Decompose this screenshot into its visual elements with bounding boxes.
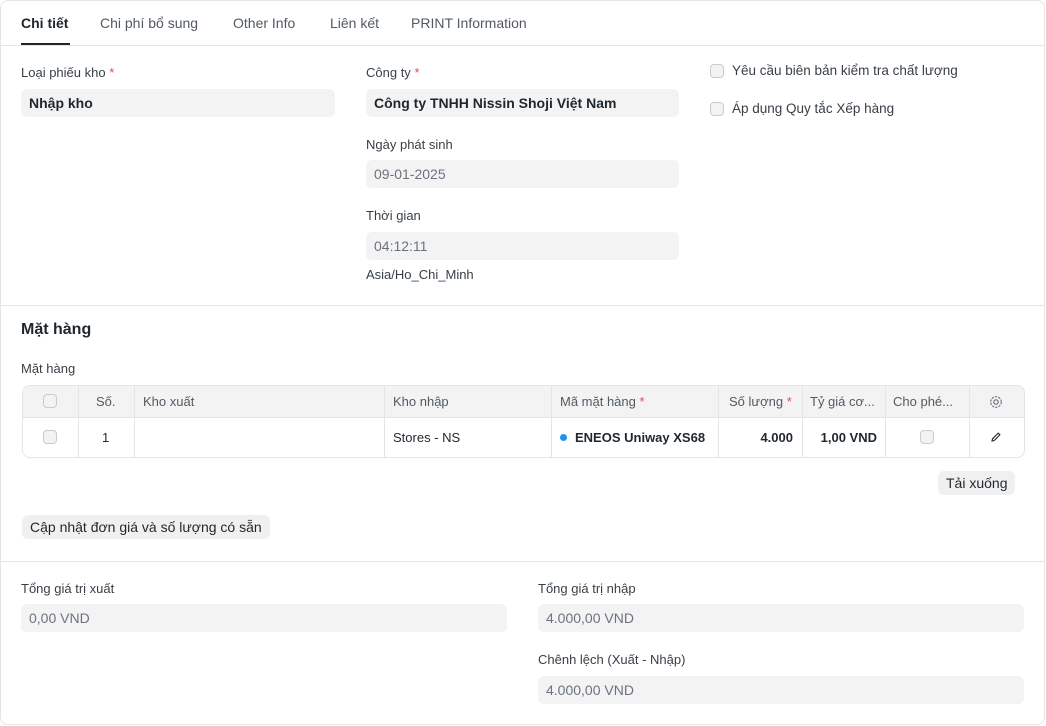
value-difference-label: Chênh lệch (Xuất - Nhập) — [538, 652, 686, 667]
inspection-required-label: Yêu cầu biên bản kiểm tra chất lượng — [732, 63, 958, 78]
rate-cell[interactable]: 1,00 VND — [803, 430, 877, 445]
apply-putaway-checkbox[interactable] — [710, 102, 724, 116]
col-header-source-warehouse[interactable]: Kho xuất — [143, 394, 194, 409]
col-header-allow[interactable]: Cho phé... — [893, 394, 953, 409]
entry-type-field[interactable]: Nhập kho — [21, 89, 335, 117]
qty-cell[interactable]: 4.000 — [713, 430, 793, 445]
col-header-rate[interactable]: Tỷ giá cơ... — [810, 394, 875, 409]
company-field[interactable]: Công ty TNHH Nissin Shoji Việt Nam — [366, 89, 679, 117]
download-button[interactable]: Tải xuống — [938, 471, 1016, 495]
company-label: Công ty * — [366, 65, 420, 80]
status-dot-icon — [560, 434, 567, 441]
total-incoming-label: Tổng giá trị nhập — [538, 581, 636, 596]
col-divider — [134, 386, 135, 457]
col-divider — [718, 386, 719, 457]
items-table-label: Mặt hàng — [21, 361, 76, 376]
tab-connections[interactable]: Liên kết — [330, 15, 379, 31]
active-tab-indicator — [21, 43, 70, 45]
gear-icon[interactable] — [988, 394, 1004, 413]
allow-checkbox[interactable] — [920, 430, 934, 444]
section-divider — [1, 305, 1045, 306]
items-table: Số. Kho xuất Kho nhập Mã mặt hàng * Số l… — [22, 385, 1025, 458]
table-header: Số. Kho xuất Kho nhập Mã mặt hàng * Số l… — [23, 386, 1024, 418]
timezone-label: Asia/Ho_Chi_Minh — [366, 267, 474, 282]
tab-other-info[interactable]: Other Info — [233, 15, 295, 31]
items-section-title: Mặt hàng — [21, 321, 92, 338]
target-warehouse-cell[interactable]: Stores - NS — [393, 430, 460, 445]
col-header-qty[interactable]: Số lượng * — [729, 394, 792, 409]
table-row[interactable]: 1 Stores - NS ENEOS Uniway XS68 4.000 1,… — [23, 418, 1024, 457]
col-divider — [78, 386, 79, 457]
select-all-checkbox[interactable] — [43, 394, 57, 408]
total-incoming-field[interactable]: 4.000,00 VND — [538, 604, 1024, 632]
tab-details[interactable]: Chi tiết — [21, 15, 68, 31]
section-divider — [1, 561, 1045, 562]
apply-putaway-label: Áp dụng Quy tắc Xếp hàng — [732, 101, 895, 116]
col-header-item-code[interactable]: Mã mặt hàng * — [560, 394, 645, 409]
edit-pencil-icon[interactable] — [990, 431, 1002, 446]
posting-date-field[interactable]: 09-01-2025 — [366, 160, 679, 188]
tab-print-information[interactable]: PRINT Information — [411, 15, 527, 31]
value-difference-field[interactable]: 4.000,00 VND — [538, 676, 1024, 704]
item-code-cell[interactable]: ENEOS Uniway XS68 — [560, 430, 705, 445]
col-header-target-warehouse[interactable]: Kho nhập — [393, 394, 449, 409]
col-divider — [885, 386, 886, 457]
col-divider — [802, 386, 803, 457]
posting-time-field[interactable]: 04:12:11 — [366, 232, 679, 260]
posting-date-label: Ngày phát sinh — [366, 137, 453, 152]
col-divider — [551, 386, 552, 457]
tab-additional-costs[interactable]: Chi phí bổ sung — [100, 15, 198, 31]
stock-entry-form: Chi tiết Chi phí bổ sung Other Info Liên… — [0, 0, 1045, 725]
col-divider — [384, 386, 385, 457]
total-outgoing-label: Tổng giá trị xuất — [21, 581, 115, 596]
col-header-no: Số. — [96, 394, 116, 409]
row-select-checkbox[interactable] — [43, 430, 57, 444]
total-outgoing-field[interactable]: 0,00 VND — [21, 604, 507, 632]
tab-bar: Chi tiết Chi phí bổ sung Other Info Liên… — [1, 1, 1045, 46]
entry-type-label: Loại phiếu kho * — [21, 65, 115, 80]
update-rate-qty-button[interactable]: Cập nhật đơn giá và số lượng có sẵn — [22, 515, 270, 539]
row-number: 1 — [102, 430, 110, 445]
col-divider — [969, 386, 970, 457]
inspection-required-checkbox[interactable] — [710, 64, 724, 78]
posting-time-label: Thời gian — [366, 208, 421, 223]
